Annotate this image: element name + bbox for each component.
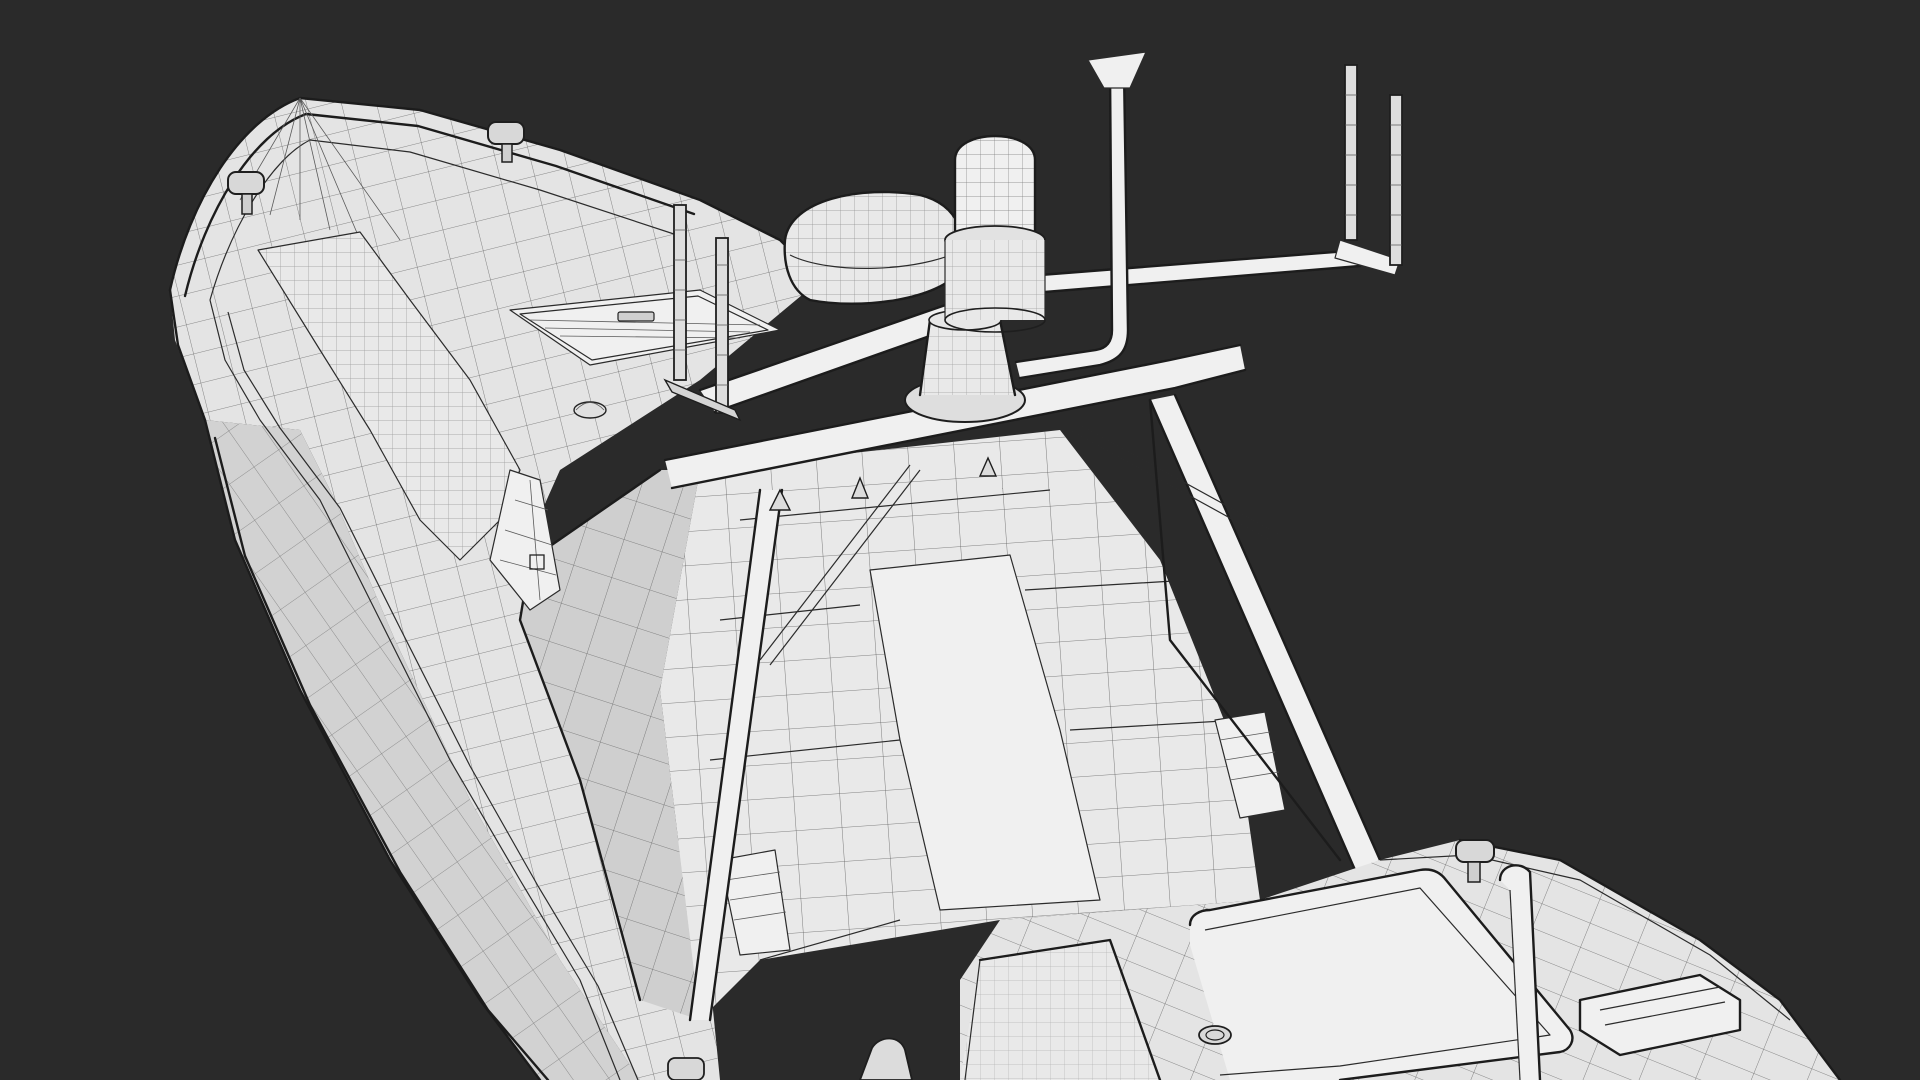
antenna-left-1 xyxy=(673,204,687,381)
radar-dome xyxy=(783,190,965,305)
antenna-left-2 xyxy=(715,237,729,414)
stern-fender-left xyxy=(667,1057,705,1080)
antenna-right-1 xyxy=(1344,64,1358,241)
antenna-right-2 xyxy=(1389,94,1403,266)
deck-cap xyxy=(1198,1025,1232,1045)
viewport-render xyxy=(0,0,1920,1080)
deck-vent xyxy=(573,401,607,419)
beacon-light xyxy=(944,134,1046,333)
